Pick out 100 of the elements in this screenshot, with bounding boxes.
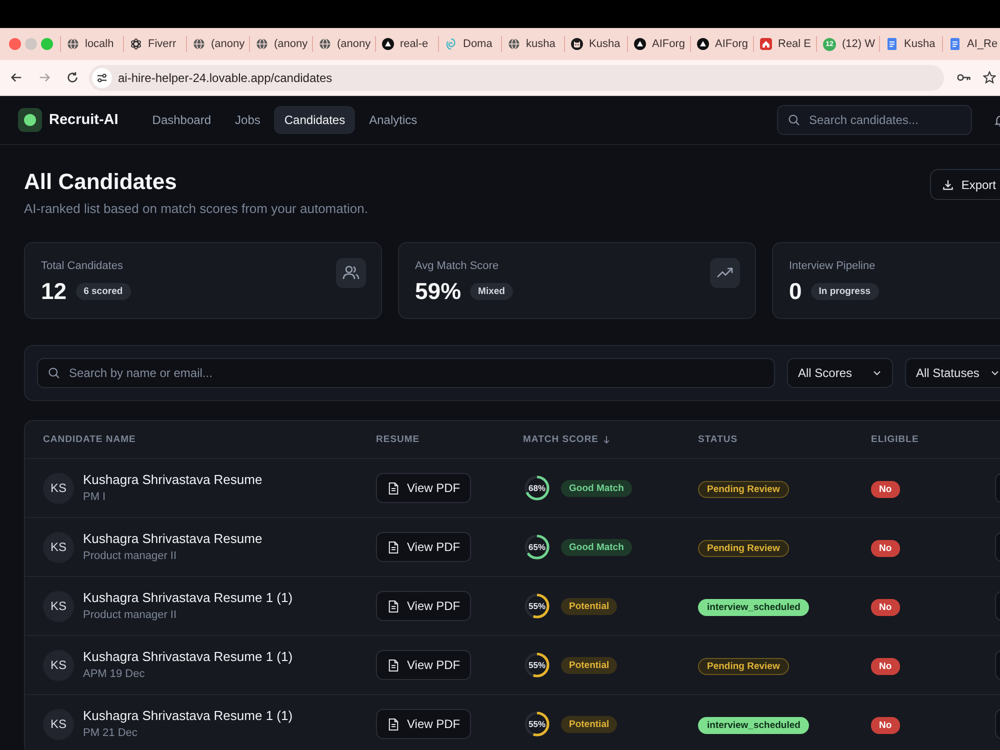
- match-tag: Good Match: [561, 538, 632, 556]
- browser-tab[interactable]: Real E: [753, 36, 816, 52]
- cat-logo-icon: [571, 38, 583, 50]
- globe-icon: [256, 38, 268, 50]
- candidate-name: Kushagra Shrivastava Resume 1 (1): [83, 707, 293, 725]
- stat-label: Total Candidates: [41, 259, 124, 274]
- swirl-logo-icon: [445, 38, 457, 50]
- candidate-role: Product manager II: [83, 608, 178, 623]
- status-tag: Pending Review: [698, 658, 789, 675]
- filter-select[interactable]: All Scores: [787, 358, 893, 388]
- triangle-logo-icon: [697, 38, 709, 50]
- eligibility-tag: No: [871, 658, 900, 675]
- document-icon: [388, 482, 399, 494]
- column-header: RESUME: [376, 434, 420, 445]
- search-field[interactable]: Search candidates...: [777, 105, 972, 135]
- score-percent: 55%: [527, 660, 546, 670]
- nav-tab[interactable]: Analytics: [359, 106, 428, 134]
- triangle-logo-icon: [382, 38, 394, 50]
- reload-icon[interactable]: [66, 71, 79, 84]
- document-icon: [388, 718, 399, 730]
- score-percent: 68%: [527, 483, 546, 493]
- stat-value: 0: [789, 278, 802, 304]
- key-icon[interactable]: [957, 73, 971, 82]
- status-tag: Pending Review: [698, 481, 789, 498]
- sort-arrow-icon[interactable]: [602, 435, 610, 444]
- browser-tab[interactable]: kusha: [501, 36, 564, 52]
- browser-tab[interactable]: Kusha: [564, 36, 627, 52]
- globe-icon: [67, 38, 79, 50]
- initials-avatar: KS: [43, 532, 74, 562]
- view-pdf-button[interactable]: View PDF: [376, 591, 472, 621]
- candidate-name: Kushagra Shrivastava Resume: [83, 530, 262, 548]
- triangle-logo-icon: [634, 38, 646, 50]
- browser-tab[interactable]: (anony: [186, 36, 249, 52]
- export-button[interactable]: Export: [930, 169, 1000, 200]
- candidate-role: Product manager II: [83, 549, 178, 564]
- candidate-search-field[interactable]: Search by name or email...: [37, 358, 775, 388]
- match-tag: Potential: [561, 598, 618, 614]
- browser-tab[interactable]: real-e: [375, 36, 438, 52]
- search-icon: [48, 367, 60, 379]
- trend-up-icon: [710, 258, 740, 288]
- browser-tab[interactable]: AIForg: [627, 36, 690, 52]
- stat-value: 59%: [415, 278, 462, 304]
- view-pdf-button[interactable]: View PDF: [376, 532, 472, 562]
- page-title: All Candidates: [24, 168, 178, 196]
- browser-tab[interactable]: Kusha: [879, 36, 942, 52]
- browser-tab[interactable]: AI_Re: [942, 36, 1000, 52]
- stat-badge: 6 scored: [76, 282, 131, 300]
- stat-label: Avg Match Score: [415, 259, 500, 274]
- status-tag: interview_scheduled: [698, 599, 810, 616]
- status-tag: interview_scheduled: [698, 717, 810, 734]
- score-percent: 55%: [527, 601, 546, 611]
- globe-icon: [508, 38, 520, 50]
- column-header: MATCH SCORE: [523, 434, 599, 445]
- candidate-name: Kushagra Shrivastava Resume: [83, 471, 262, 489]
- initials-avatar: KS: [43, 708, 74, 740]
- download-icon: [942, 178, 954, 190]
- match-tag: Good Match: [561, 480, 632, 496]
- candidate-role: PM 21 Dec: [83, 726, 138, 741]
- document-icon: [388, 540, 399, 554]
- view-pdf-button[interactable]: View PDF: [376, 709, 472, 739]
- match-tag: Potential: [561, 656, 618, 674]
- bookmark-star-icon[interactable]: [983, 71, 996, 84]
- browser-tab[interactable]: Doma: [438, 36, 501, 52]
- browser-tab[interactable]: Fiverr: [123, 36, 186, 52]
- column-header: CANDIDATE NAME: [43, 434, 136, 445]
- score-percent: 65%: [527, 542, 546, 552]
- view-pdf-button[interactable]: View PDF: [376, 473, 472, 503]
- candidate-name: Kushagra Shrivastava Resume 1 (1): [83, 589, 293, 607]
- browser-tab[interactable]: localh: [60, 36, 123, 52]
- stat-value: 12: [41, 278, 67, 304]
- view-pdf-button[interactable]: View PDF: [376, 650, 472, 680]
- chevron-down-icon: [872, 368, 882, 378]
- score-percent: 55%: [527, 719, 546, 729]
- site-settings-icon[interactable]: [92, 68, 112, 88]
- eligibility-tag: No: [871, 717, 900, 734]
- status-tag: Pending Review: [698, 540, 789, 557]
- users-icon: [336, 258, 366, 288]
- search-icon: [788, 114, 800, 126]
- logo-icon: [18, 108, 42, 132]
- browser-tab[interactable]: AIForg: [690, 36, 753, 52]
- atom-icon: [130, 38, 142, 50]
- page-subtitle: AI-ranked list based on match scores from your automation.: [24, 200, 368, 218]
- chevron-down-icon: [990, 368, 1000, 378]
- house-icon: [760, 38, 772, 50]
- document-icon: [388, 600, 399, 612]
- nav-tab[interactable]: Dashboard: [142, 106, 222, 134]
- nav-tab[interactable]: Jobs: [225, 106, 270, 134]
- globe-icon: [193, 38, 205, 50]
- browser-tab[interactable]: (anony: [249, 36, 312, 52]
- address-field[interactable]: ai-hire-helper-24.lovable.app/candidates: [89, 64, 944, 90]
- document-icon: [949, 38, 961, 50]
- initials-avatar: KS: [43, 650, 74, 680]
- eligibility-tag: No: [871, 599, 900, 616]
- filter-select[interactable]: All Statuses: [905, 358, 1000, 388]
- initials-avatar: KS: [43, 472, 74, 504]
- back-arrow-icon[interactable]: [10, 71, 23, 84]
- document-icon: [388, 658, 399, 672]
- column-header: STATUS: [698, 434, 738, 445]
- browser-tab[interactable]: (anony: [312, 36, 375, 52]
- nav-tab[interactable]: Candidates: [274, 106, 356, 134]
